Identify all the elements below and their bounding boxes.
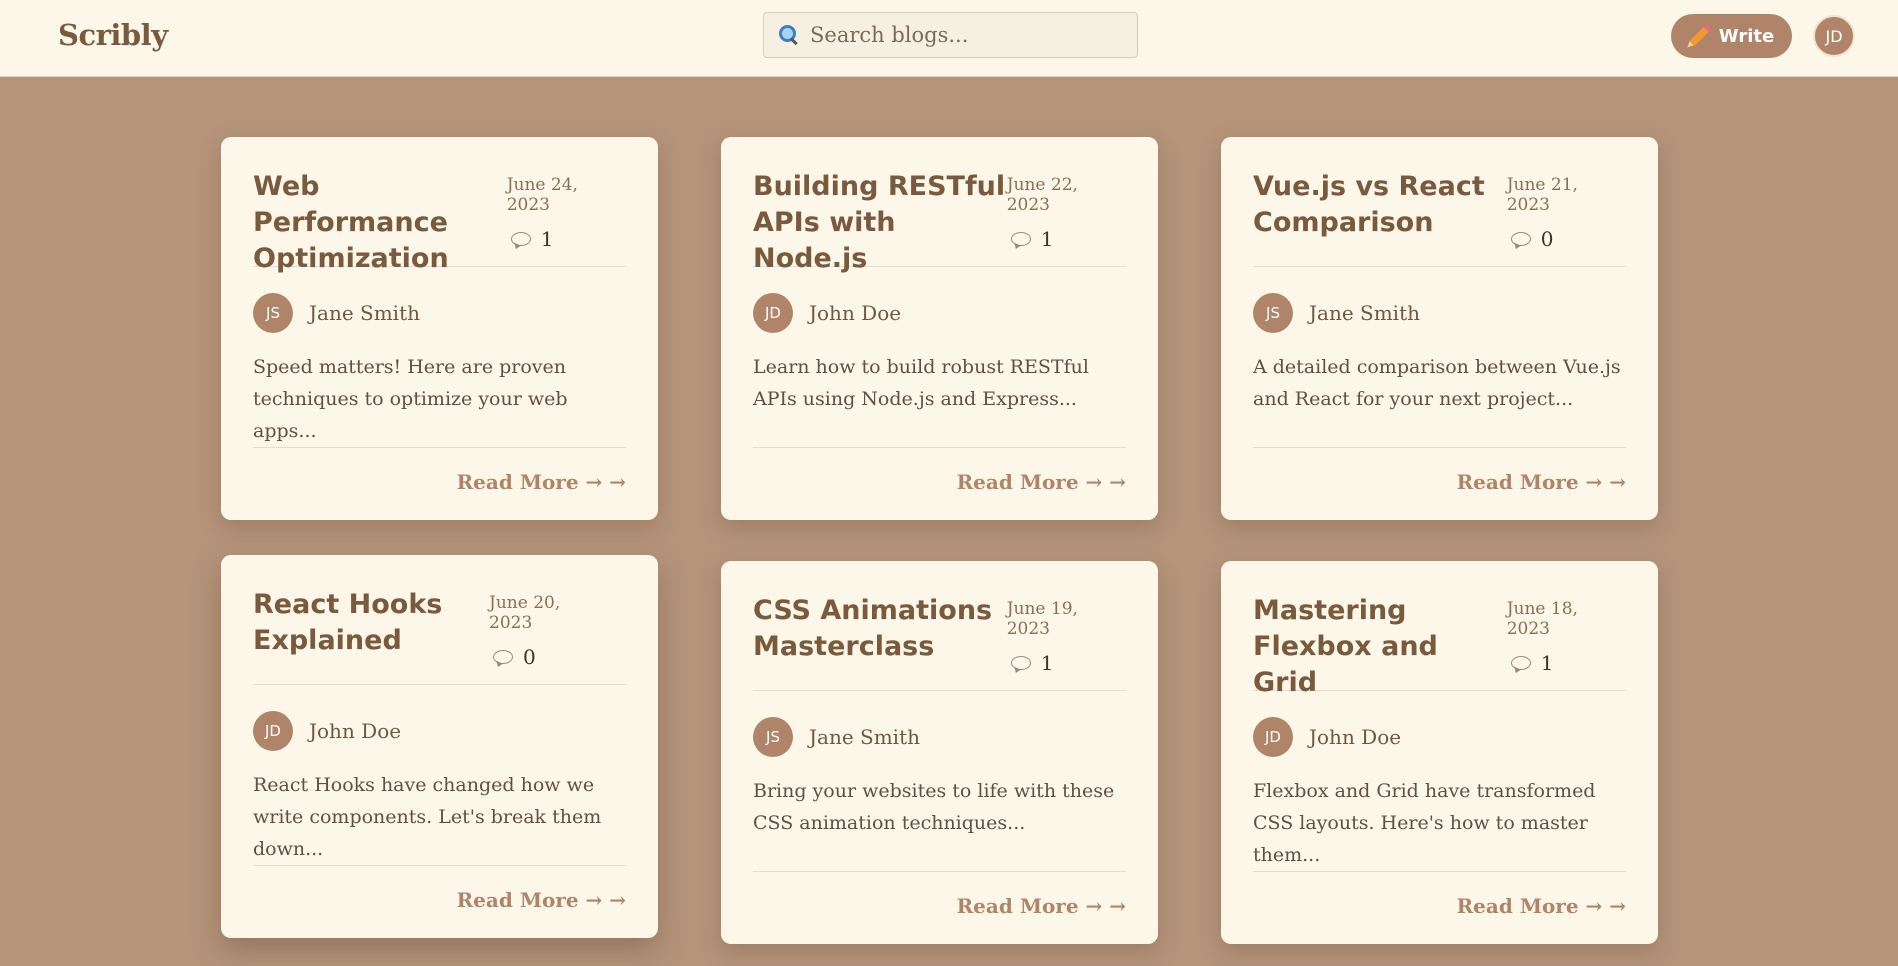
- search-input[interactable]: [810, 23, 1100, 47]
- post-author: JS Jane Smith: [1253, 293, 1626, 333]
- post-author: JD John Doe: [1253, 717, 1626, 757]
- post-author: JD John Doe: [753, 293, 1126, 333]
- comment-count-value: 1: [540, 227, 554, 251]
- comment-icon: [493, 650, 514, 664]
- comment-count: 1: [1507, 651, 1626, 675]
- search-icon: [778, 24, 800, 46]
- post-title[interactable]: Web Performance Optimization: [253, 169, 507, 274]
- post-author: JD John Doe: [253, 711, 626, 751]
- read-more-link[interactable]: Read More → →: [457, 888, 626, 912]
- read-more-link[interactable]: Read More → →: [1457, 894, 1626, 918]
- read-more-link[interactable]: Read More → →: [1457, 470, 1626, 494]
- search-box[interactable]: [763, 12, 1138, 58]
- comment-count-value: 1: [1040, 227, 1054, 251]
- comment-count: 0: [1507, 227, 1626, 251]
- post-excerpt: Bring your websites to life with these C…: [753, 780, 1115, 834]
- post-date: June 21, 2023: [1506, 175, 1578, 215]
- brand-logo[interactable]: Scribly: [58, 18, 168, 52]
- author-avatar: JD: [253, 711, 293, 751]
- comment-count-value: 1: [1540, 651, 1554, 675]
- comment-icon: [1010, 656, 1031, 670]
- author-name: John Doe: [309, 719, 402, 743]
- post-title[interactable]: React Hooks Explained: [253, 587, 489, 684]
- post-date: June 22, 2023: [1006, 175, 1078, 215]
- comment-count-value: 1: [1040, 651, 1054, 675]
- write-button[interactable]: Write: [1671, 14, 1792, 58]
- write-button-label: Write: [1718, 25, 1775, 47]
- user-avatar[interactable]: JD: [1813, 15, 1855, 57]
- author-avatar: JD: [1253, 717, 1293, 757]
- post-date: June 24, 2023: [506, 175, 578, 215]
- comment-count-value: 0: [523, 645, 536, 669]
- author-avatar: JS: [753, 717, 793, 757]
- read-more-link[interactable]: Read More → →: [957, 894, 1126, 918]
- author-avatar: JS: [1253, 293, 1293, 333]
- blog-card[interactable]: Mastering Flexbox and Grid June 18, 2023…: [1221, 561, 1658, 944]
- author-name: Jane Smith: [809, 725, 920, 749]
- post-title[interactable]: Building RESTful APIs with Node.js: [753, 169, 1007, 274]
- post-date: June 19, 2023: [1006, 599, 1078, 639]
- post-title[interactable]: Vue.js vs React Comparison: [1253, 169, 1507, 266]
- read-more-link[interactable]: Read More → →: [457, 470, 626, 494]
- author-name: John Doe: [1309, 725, 1402, 749]
- post-excerpt: Learn how to build robust RESTful APIs u…: [753, 356, 1089, 410]
- post-title[interactable]: CSS Animations Masterclass: [753, 593, 1007, 690]
- post-excerpt: Speed matters! Here are proven technique…: [253, 356, 568, 442]
- blog-card[interactable]: Web Performance Optimization June 24, 20…: [221, 137, 658, 520]
- post-author: JS Jane Smith: [753, 717, 1126, 757]
- blog-card[interactable]: Vue.js vs React Comparison June 21, 2023…: [1221, 137, 1658, 520]
- comment-count: 1: [507, 227, 626, 251]
- blog-card[interactable]: CSS Animations Masterclass June 19, 2023…: [721, 561, 1158, 944]
- post-excerpt: React Hooks have changed how we write co…: [253, 774, 602, 860]
- author-avatar: JD: [753, 293, 793, 333]
- post-date: June 18, 2023: [1506, 599, 1578, 639]
- comment-count: 1: [1007, 227, 1126, 251]
- post-excerpt: Flexbox and Grid have transformed CSS la…: [1253, 780, 1596, 866]
- post-date: June 20, 2023: [489, 593, 561, 633]
- comment-icon: [1510, 656, 1531, 670]
- author-avatar: JS: [253, 293, 293, 333]
- post-excerpt: A detailed comparison between Vue.js and…: [1253, 356, 1621, 410]
- pencil-icon: [1689, 26, 1709, 46]
- top-navbar: Scribly Write JD: [0, 0, 1898, 77]
- comment-icon: [1010, 232, 1031, 246]
- comment-count: 1: [1007, 651, 1126, 675]
- comment-count-value: 0: [1540, 227, 1554, 251]
- post-author: JS Jane Smith: [253, 293, 626, 333]
- blog-card[interactable]: React Hooks Explained June 20, 2023 0 JD…: [221, 555, 658, 938]
- read-more-link[interactable]: Read More → →: [957, 470, 1126, 494]
- comment-count: 0: [489, 645, 600, 669]
- post-title[interactable]: Mastering Flexbox and Grid: [1253, 593, 1507, 698]
- author-name: Jane Smith: [1309, 301, 1420, 325]
- author-name: Jane Smith: [309, 301, 420, 325]
- blog-card[interactable]: Building RESTful APIs with Node.js June …: [721, 137, 1158, 520]
- comment-icon: [510, 232, 531, 246]
- author-name: John Doe: [809, 301, 902, 325]
- comment-icon: [1510, 232, 1531, 246]
